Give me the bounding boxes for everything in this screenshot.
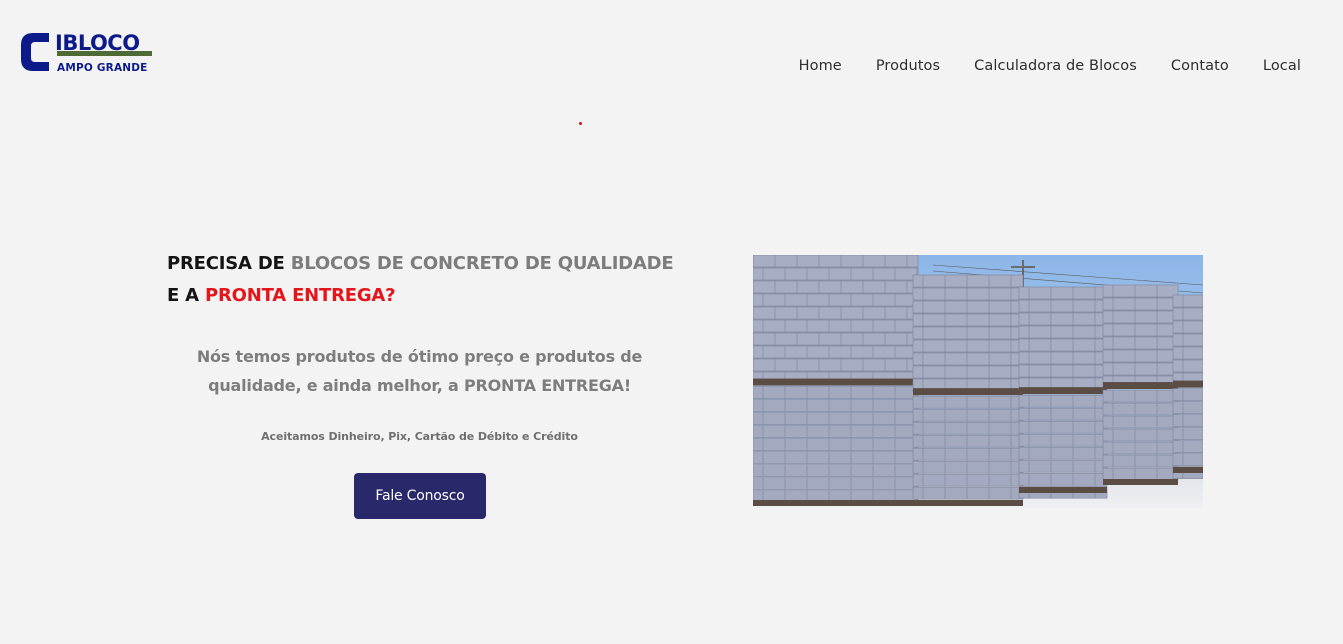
nav-item-home[interactable]: Home <box>799 56 842 76</box>
hero-subtext: Nós temos produtos de ótimo preço e prod… <box>196 347 643 395</box>
decorative-dot <box>579 122 582 125</box>
headline-part2: BLOCOS DE CONCRETO DE QUALIDADE <box>290 253 674 274</box>
nav-item-produtos[interactable]: Produtos <box>876 56 940 76</box>
payment-methods-text: Aceitamos Dinheiro, Pix, Cartão de Débit… <box>261 430 578 443</box>
logo-sub-text: AMPO GRANDE <box>57 62 148 74</box>
nav-item-local[interactable]: Local <box>1263 56 1301 76</box>
headline-part3: E A <box>167 285 205 306</box>
concrete-blocks-image <box>753 255 1203 508</box>
contact-button[interactable]: Fale Conosco <box>354 473 486 519</box>
main-nav: Home Produtos Calculadora de Blocos Cont… <box>765 56 1301 76</box>
headline-part4: PRONTA ENTREGA? <box>204 285 396 306</box>
nav-item-calculadora[interactable]: Calculadora de Blocos <box>974 56 1137 76</box>
site-logo[interactable]: IBLOCO AMPO GRANDE <box>19 30 155 74</box>
headline-part1: PRECISA DE <box>167 253 291 274</box>
nav-item-contato[interactable]: Contato <box>1171 56 1229 76</box>
hero-headline: PRECISA DE BLOCOS DE CONCRETO DE QUALIDA… <box>167 248 707 312</box>
